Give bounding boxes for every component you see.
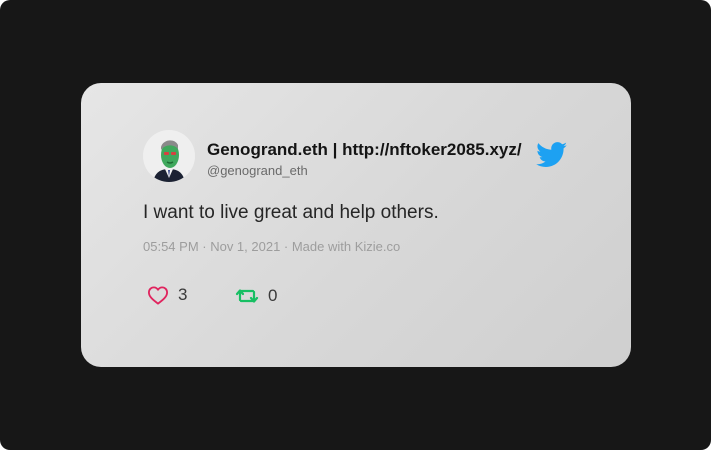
app-background: Genogrand.eth | http://nftoker2085.xyz/ … (0, 0, 711, 450)
avatar[interactable] (143, 130, 195, 182)
tweet-meta: 05:54 PM · Nov 1, 2021 · Made with Kizie… (143, 239, 401, 254)
retweet-icon (235, 289, 259, 303)
author-name[interactable]: Genogrand.eth | http://nftoker2085.xyz/ (207, 140, 522, 160)
avatar-image (143, 130, 195, 182)
twitter-bird-icon[interactable] (536, 142, 568, 168)
like-count: 3 (178, 285, 188, 304)
retweet-count: 0 (268, 286, 278, 305)
tweet-card: Genogrand.eth | http://nftoker2085.xyz/ … (81, 83, 631, 367)
tweet-text: I want to live great and help others. (143, 202, 439, 223)
like-button[interactable]: 3 (147, 285, 187, 305)
author-handle[interactable]: @genogrand_eth (207, 163, 308, 178)
heart-icon (148, 286, 168, 305)
retweet-button[interactable]: 0 (235, 285, 277, 307)
